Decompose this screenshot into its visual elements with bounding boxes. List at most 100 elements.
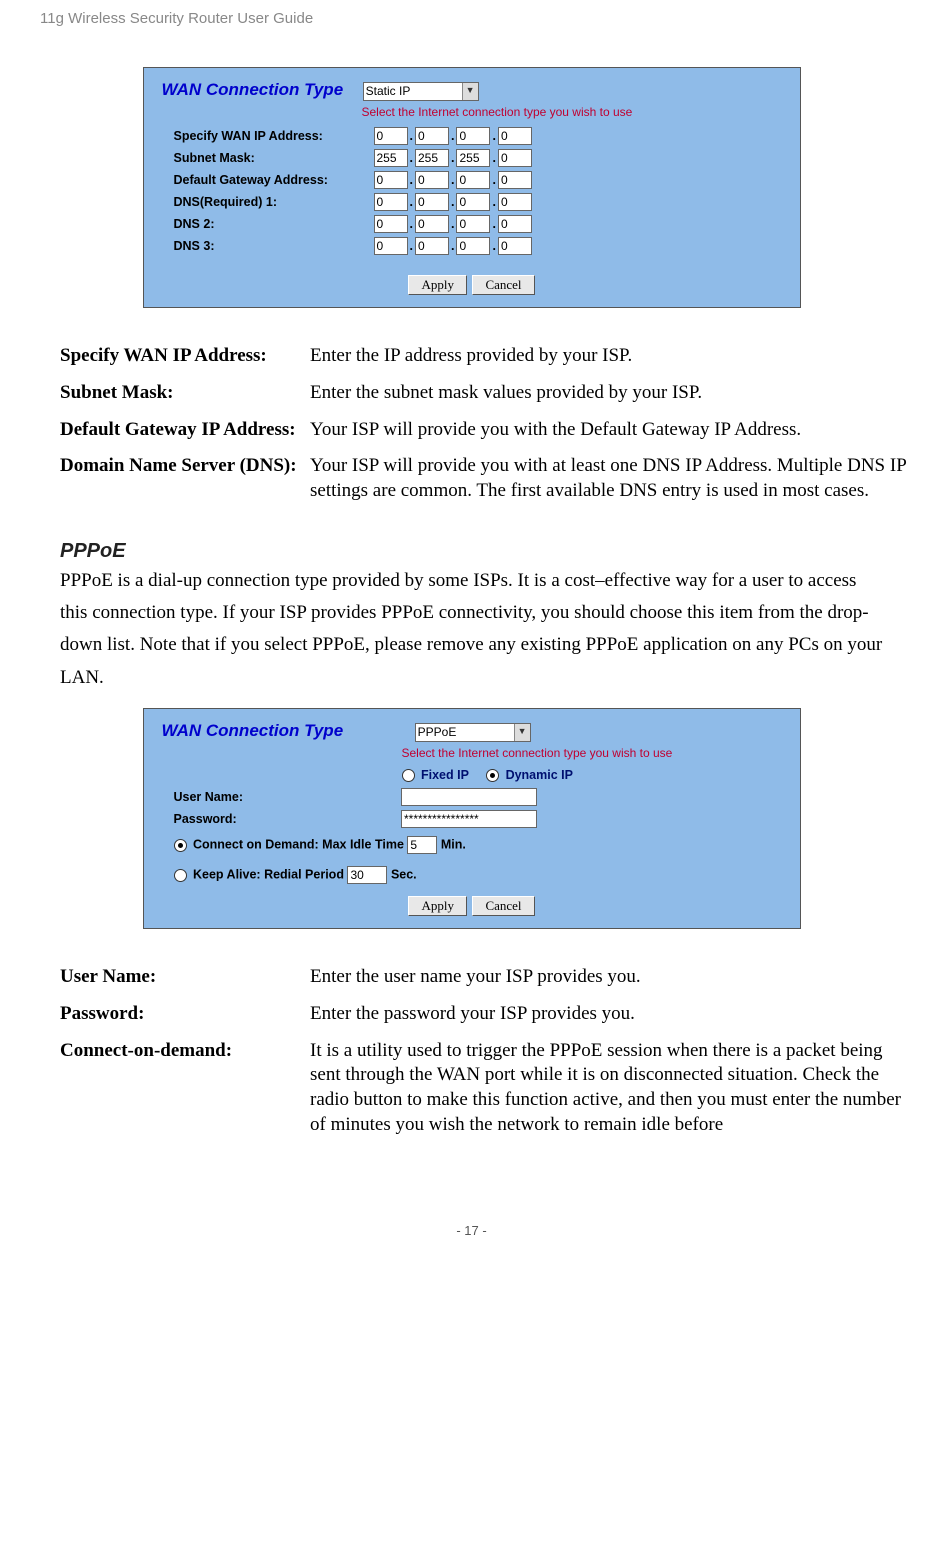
hint-text: Select the Internet connection type you …	[402, 746, 782, 760]
dot-separator: .	[492, 239, 495, 253]
dynamic-ip-radio[interactable]	[486, 769, 499, 782]
dot-separator: .	[451, 239, 454, 253]
ka-input[interactable]: 30	[347, 866, 387, 884]
fixed-ip-label: Fixed IP	[421, 768, 469, 782]
ip-octet-input[interactable]: 0	[456, 171, 490, 189]
dot-separator: .	[410, 173, 413, 187]
connection-type-select[interactable]: PPPoE ▼	[415, 723, 531, 742]
keep-alive-radio[interactable]	[174, 869, 187, 882]
ip-octet-input[interactable]: 0	[415, 171, 449, 189]
dot-separator: .	[410, 151, 413, 165]
pppoe-definitions: User Name:Enter the user name your ISP p…	[60, 959, 920, 1143]
definition-term: Domain Name Server (DNS):	[60, 448, 310, 509]
ip-octet-input[interactable]: 0	[415, 215, 449, 233]
ka-label: Keep Alive: Redial Period	[193, 868, 344, 882]
definition-term: User Name:	[60, 959, 310, 996]
static-definitions: Specify WAN IP Address:Enter the IP addr…	[60, 338, 920, 509]
cancel-button[interactable]: Cancel	[472, 275, 534, 295]
field-label: DNS(Required) 1:	[174, 195, 374, 209]
dot-separator: .	[451, 129, 454, 143]
ip-octet-input[interactable]: 0	[374, 127, 408, 145]
cod-label: Connect on Demand: Max Idle Time	[193, 838, 404, 852]
definition-row: User Name:Enter the user name your ISP p…	[60, 959, 920, 996]
dynamic-ip-label: Dynamic IP	[506, 768, 573, 782]
definition-desc: Enter the IP address provided by your IS…	[310, 338, 920, 375]
definition-row: Connect-on-demand:It is a utility used t…	[60, 1033, 920, 1144]
definition-desc: Your ISP will provide you with at least …	[310, 448, 920, 509]
ka-unit: Sec.	[391, 868, 417, 882]
definition-row: Specify WAN IP Address:Enter the IP addr…	[60, 338, 920, 375]
ip-octet-input[interactable]: 0	[498, 193, 532, 211]
definition-term: Default Gateway IP Address:	[60, 412, 310, 449]
ip-octet-input[interactable]: 0	[456, 193, 490, 211]
chevron-down-icon: ▼	[514, 724, 530, 741]
ip-octet-input[interactable]: 0	[415, 193, 449, 211]
fixed-ip-radio[interactable]	[402, 769, 415, 782]
select-value: PPPoE	[418, 725, 457, 739]
ip-octet-input[interactable]: 0	[498, 215, 532, 233]
ip-octet-input[interactable]: 0	[374, 193, 408, 211]
definition-term: Connect-on-demand:	[60, 1033, 310, 1144]
panel-title: WAN Connection Type	[162, 80, 344, 100]
dot-separator: .	[492, 173, 495, 187]
dot-separator: .	[492, 129, 495, 143]
definition-term: Specify WAN IP Address:	[60, 338, 310, 375]
username-label: User Name:	[174, 790, 398, 804]
field-label: Default Gateway Address:	[174, 173, 374, 187]
ip-row: DNS 2:0.0.0.0	[174, 215, 782, 233]
dot-separator: .	[451, 195, 454, 209]
dot-separator: .	[492, 217, 495, 231]
ip-row: Subnet Mask:255.255.255.0	[174, 149, 782, 167]
doc-header: 11g Wireless Security Router User Guide	[40, 10, 903, 27]
definition-desc: Enter the subnet mask values provided by…	[310, 375, 920, 412]
definition-desc: Your ISP will provide you with the Defau…	[310, 412, 920, 449]
pppoe-panel: WAN Connection Type PPPoE ▼ Select the I…	[143, 708, 801, 929]
pppoe-heading: PPPoE	[60, 540, 903, 563]
dot-separator: .	[410, 239, 413, 253]
dot-separator: .	[410, 129, 413, 143]
password-input[interactable]: ****************	[401, 810, 537, 828]
chevron-down-icon: ▼	[462, 83, 478, 100]
static-ip-panel: WAN Connection Type Static IP ▼ Select t…	[143, 67, 801, 308]
ip-row: DNS 3:0.0.0.0	[174, 237, 782, 255]
ip-row: DNS(Required) 1:0.0.0.0	[174, 193, 782, 211]
ip-octet-input[interactable]: 0	[456, 237, 490, 255]
ip-octet-input[interactable]: 0	[374, 171, 408, 189]
definition-desc: It is a utility used to trigger the PPPo…	[310, 1033, 920, 1144]
cancel-button[interactable]: Cancel	[472, 896, 534, 916]
dot-separator: .	[492, 151, 495, 165]
ip-octet-input[interactable]: 0	[374, 237, 408, 255]
definition-row: Default Gateway IP Address:Your ISP will…	[60, 412, 920, 449]
apply-button[interactable]: Apply	[408, 896, 467, 916]
dot-separator: .	[492, 195, 495, 209]
apply-button[interactable]: Apply	[408, 275, 467, 295]
select-value: Static IP	[366, 84, 411, 98]
ip-row: Default Gateway Address:0.0.0.0	[174, 171, 782, 189]
ip-octet-input[interactable]: 255	[415, 149, 449, 167]
ip-octet-input[interactable]: 0	[498, 237, 532, 255]
ip-octet-input[interactable]: 0	[498, 171, 532, 189]
ip-octet-input[interactable]: 0	[374, 215, 408, 233]
ip-octet-input[interactable]: 0	[415, 237, 449, 255]
ip-octet-input[interactable]: 0	[498, 127, 532, 145]
definition-term: Subnet Mask:	[60, 375, 310, 412]
ip-octet-input[interactable]: 0	[456, 127, 490, 145]
username-input[interactable]	[401, 788, 537, 806]
ip-octet-input[interactable]: 255	[456, 149, 490, 167]
dot-separator: .	[451, 151, 454, 165]
connection-type-select[interactable]: Static IP ▼	[363, 82, 479, 101]
ip-octet-input[interactable]: 0	[498, 149, 532, 167]
cod-unit: Min.	[441, 838, 466, 852]
field-label: Specify WAN IP Address:	[174, 129, 374, 143]
panel-title: WAN Connection Type	[162, 721, 344, 741]
ip-octet-input[interactable]: 0	[456, 215, 490, 233]
field-label: DNS 3:	[174, 239, 374, 253]
connect-on-demand-radio[interactable]	[174, 839, 187, 852]
cod-input[interactable]: 5	[407, 836, 437, 854]
definition-desc: Enter the password your ISP provides you…	[310, 996, 920, 1033]
ip-octet-input[interactable]: 0	[415, 127, 449, 145]
ip-octet-input[interactable]: 255	[374, 149, 408, 167]
page-number: - 17 -	[40, 1223, 903, 1238]
definition-row: Subnet Mask:Enter the subnet mask values…	[60, 375, 920, 412]
password-label: Password:	[174, 812, 398, 826]
